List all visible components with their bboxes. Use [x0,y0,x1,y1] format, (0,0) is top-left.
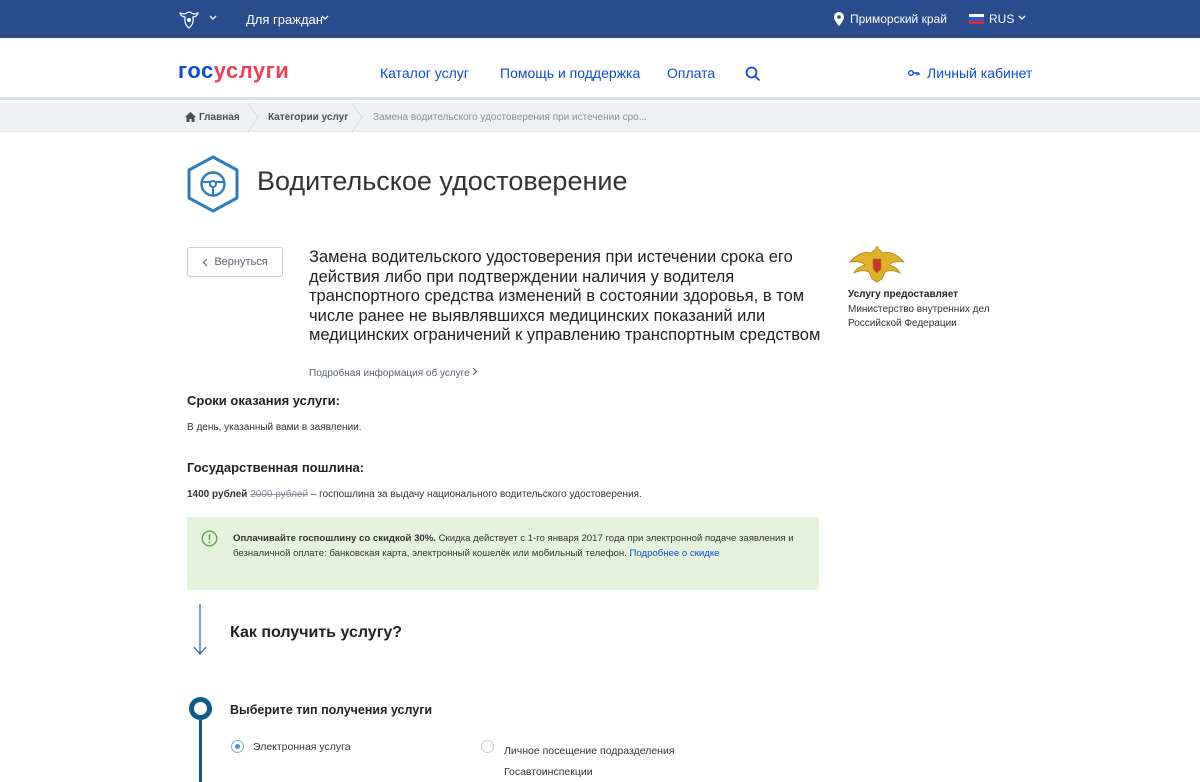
step-title: Выберите тип получения услуги [230,703,433,717]
chevron-right-icon [473,367,478,376]
nav-payment[interactable]: Оплата [667,65,715,81]
radio-electronic-label[interactable]: Электронная услуга [253,741,351,753]
service-details-label: Подробная информация об услуге [309,368,470,379]
coat-of-arms-icon[interactable] [178,9,200,31]
discount-details-link[interactable]: Подробнее о скидке [629,548,719,559]
steering-wheel-icon [187,155,239,213]
service-details-link[interactable]: Подробная информация об услуге [309,367,478,379]
back-button-label: Вернуться [214,256,268,268]
radio-electronic[interactable] [231,740,244,753]
search-icon[interactable] [745,66,761,82]
back-button[interactable]: Вернуться [187,247,283,277]
location-pin-icon [834,12,844,26]
region-selector[interactable]: Приморский край [850,12,947,26]
terms-heading: Сроки оказания услуги: [187,393,340,408]
language-selector[interactable]: RUS [989,12,1014,26]
radio-personal-visit-label[interactable]: Личное посещение подразделения Госавтоин… [504,741,689,782]
personal-cabinet-link[interactable]: Личный кабинет [927,65,1032,81]
provider-label: Услугу предоставляет [848,289,959,300]
notice-text: Оплачивайте госпошлину со скидкой 30%. С… [233,531,803,561]
breadcrumb-separator [247,103,259,132]
breadcrumb-categories[interactable]: Категории услуг [268,112,348,123]
home-icon[interactable] [185,112,196,122]
discount-notice: Оплачивайте госпошлину со скидкой 30%. С… [187,517,819,590]
page-title: Водительское удостоверение [257,166,628,196]
top-bar: Для граждан Приморский край RUS [0,0,1200,38]
radio-personal-visit[interactable] [481,740,494,753]
gosuslugi-logo[interactable]: госуслуги [178,58,289,84]
provider-name: Министерство внутренних дел Российской Ф… [848,304,990,329]
chevron-down-icon[interactable] [208,13,218,23]
logo-part-gos: гос [178,58,214,83]
step-line [199,720,202,782]
service-title: Замена водительского удостоверения при и… [309,248,821,344]
fee-line: 1400 рублей 2000 рублей – госпошлина за … [187,489,642,500]
arrow-down-icon [193,604,207,655]
terms-text: В день, указанный вами в заявлении. [187,422,362,433]
breadcrumb: Главная Категории услуг Замена водительс… [0,103,1200,132]
main-header: госуслуги Каталог услуг Помощь и поддерж… [0,38,1200,100]
russian-flag-icon [969,14,984,24]
key-icon [908,70,920,76]
breadcrumb-current: Замена водительского удостоверения при и… [373,112,648,123]
nav-catalog[interactable]: Каталог услуг [380,65,469,81]
info-circle-icon [201,530,218,547]
notice-bold: Оплачивайте госпошлину со скидкой 30%. [233,533,436,544]
fee-description: – госпошлина за выдачу национального вод… [310,489,642,500]
step-marker [189,697,212,720]
how-to-get-heading: Как получить услугу? [230,624,403,641]
mvd-eagle-emblem-icon [848,246,906,283]
breadcrumb-home[interactable]: Главная [199,112,240,123]
breadcrumb-separator [351,103,363,132]
nav-help[interactable]: Помощь и поддержка [500,65,640,81]
fee-old-price: 2000 рублей [250,489,309,500]
chevron-down-icon[interactable] [320,13,330,23]
chevron-left-icon [202,258,208,266]
chevron-down-icon[interactable] [1017,13,1027,23]
fee-price: 1400 рублей [187,489,248,500]
audience-selector[interactable]: Для граждан [246,12,323,27]
fee-heading: Государственная пошлина: [187,460,365,475]
logo-part-uslugi: услуги [213,58,290,83]
